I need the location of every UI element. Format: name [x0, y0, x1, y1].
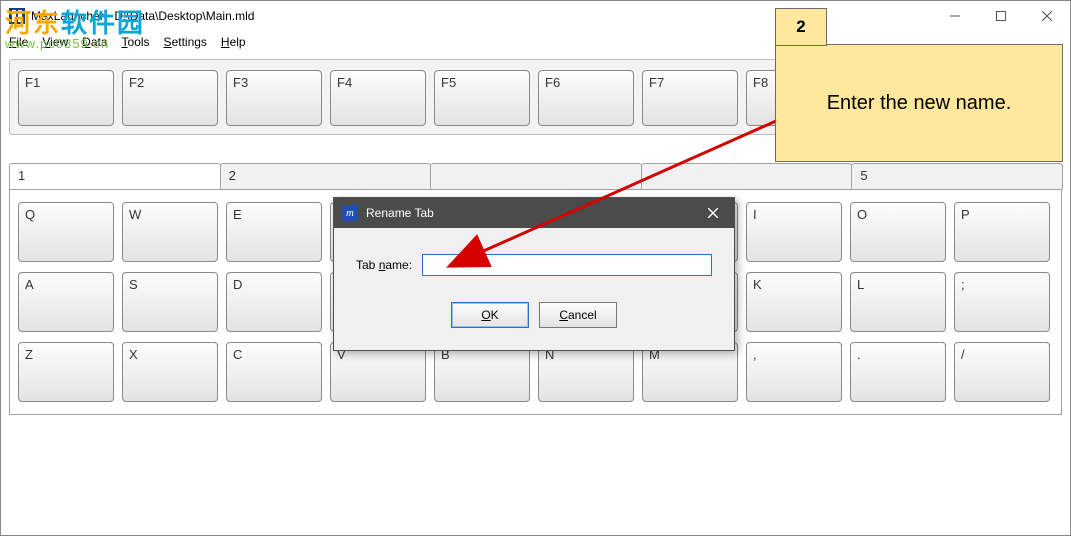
close-button[interactable]: [1024, 1, 1070, 31]
menu-file[interactable]: File: [9, 35, 28, 49]
tab-2[interactable]: 2: [220, 163, 432, 189]
key-n[interactable]: N: [538, 342, 634, 402]
key-s[interactable]: S: [122, 272, 218, 332]
tab-name-input[interactable]: [422, 254, 712, 276]
key-d[interactable]: D: [226, 272, 322, 332]
menu-tools[interactable]: Tools: [122, 35, 150, 49]
minimize-button[interactable]: [932, 1, 978, 31]
key-m[interactable]: M: [642, 342, 738, 402]
ok-button[interactable]: OK: [451, 302, 529, 328]
cancel-button[interactable]: Cancel: [539, 302, 617, 328]
dialog-title: Rename Tab: [366, 206, 698, 220]
key-c[interactable]: C: [226, 342, 322, 402]
fkey-f6[interactable]: F6: [538, 70, 634, 126]
app-window: 河东软件园 www.pc0359.cn MaxLauncher - D:\Dat…: [0, 0, 1071, 536]
dialog-icon: m: [342, 205, 358, 221]
key-z[interactable]: Z: [18, 342, 114, 402]
menu-view[interactable]: View: [42, 35, 68, 49]
key-w[interactable]: W: [122, 202, 218, 262]
key-a[interactable]: A: [18, 272, 114, 332]
tab-5[interactable]: 5: [851, 163, 1063, 189]
tab-strip: 1 2 5: [9, 163, 1062, 189]
key-i[interactable]: I: [746, 202, 842, 262]
key-k[interactable]: K: [746, 272, 842, 332]
maximize-button[interactable]: [978, 1, 1024, 31]
tab-3[interactable]: [430, 163, 642, 189]
dialog-buttons: OK Cancel: [356, 302, 712, 328]
key-p[interactable]: P: [954, 202, 1050, 262]
app-icon: [9, 8, 25, 24]
dialog-close-button[interactable]: [698, 198, 728, 228]
menu-data[interactable]: Data: [82, 35, 107, 49]
key-slash[interactable]: /: [954, 342, 1050, 402]
annotation-callout: Enter the new name.: [775, 44, 1063, 162]
tab-4[interactable]: [641, 163, 853, 189]
key-b[interactable]: B: [434, 342, 530, 402]
key-e[interactable]: E: [226, 202, 322, 262]
tab-name-label: Tab name:: [356, 258, 412, 272]
key-l[interactable]: L: [850, 272, 946, 332]
key-x[interactable]: X: [122, 342, 218, 402]
key-v[interactable]: V: [330, 342, 426, 402]
fkey-f1[interactable]: F1: [18, 70, 114, 126]
title-bar: MaxLauncher - D:\Data\Desktop\Main.mld: [1, 1, 1070, 31]
fkey-f3[interactable]: F3: [226, 70, 322, 126]
key-semicolon[interactable]: ;: [954, 272, 1050, 332]
fkey-f4[interactable]: F4: [330, 70, 426, 126]
key-q[interactable]: Q: [18, 202, 114, 262]
menu-settings[interactable]: Settings: [164, 35, 207, 49]
dialog-body: Tab name: OK Cancel: [334, 228, 734, 350]
window-controls: [932, 1, 1070, 31]
key-o[interactable]: O: [850, 202, 946, 262]
menu-help[interactable]: Help: [221, 35, 246, 49]
key-comma[interactable]: ,: [746, 342, 842, 402]
tab-name-row: Tab name:: [356, 254, 712, 276]
key-period[interactable]: .: [850, 342, 946, 402]
rename-tab-dialog: m Rename Tab Tab name: OK Cancel: [333, 197, 735, 351]
tab-1[interactable]: 1: [9, 163, 221, 189]
dialog-title-bar[interactable]: m Rename Tab: [334, 198, 734, 228]
fkey-f7[interactable]: F7: [642, 70, 738, 126]
annotation-step-badge: 2: [775, 8, 827, 46]
key-row-3: Z X C V B N M , . /: [18, 342, 1053, 402]
fkey-f5[interactable]: F5: [434, 70, 530, 126]
fkey-f2[interactable]: F2: [122, 70, 218, 126]
